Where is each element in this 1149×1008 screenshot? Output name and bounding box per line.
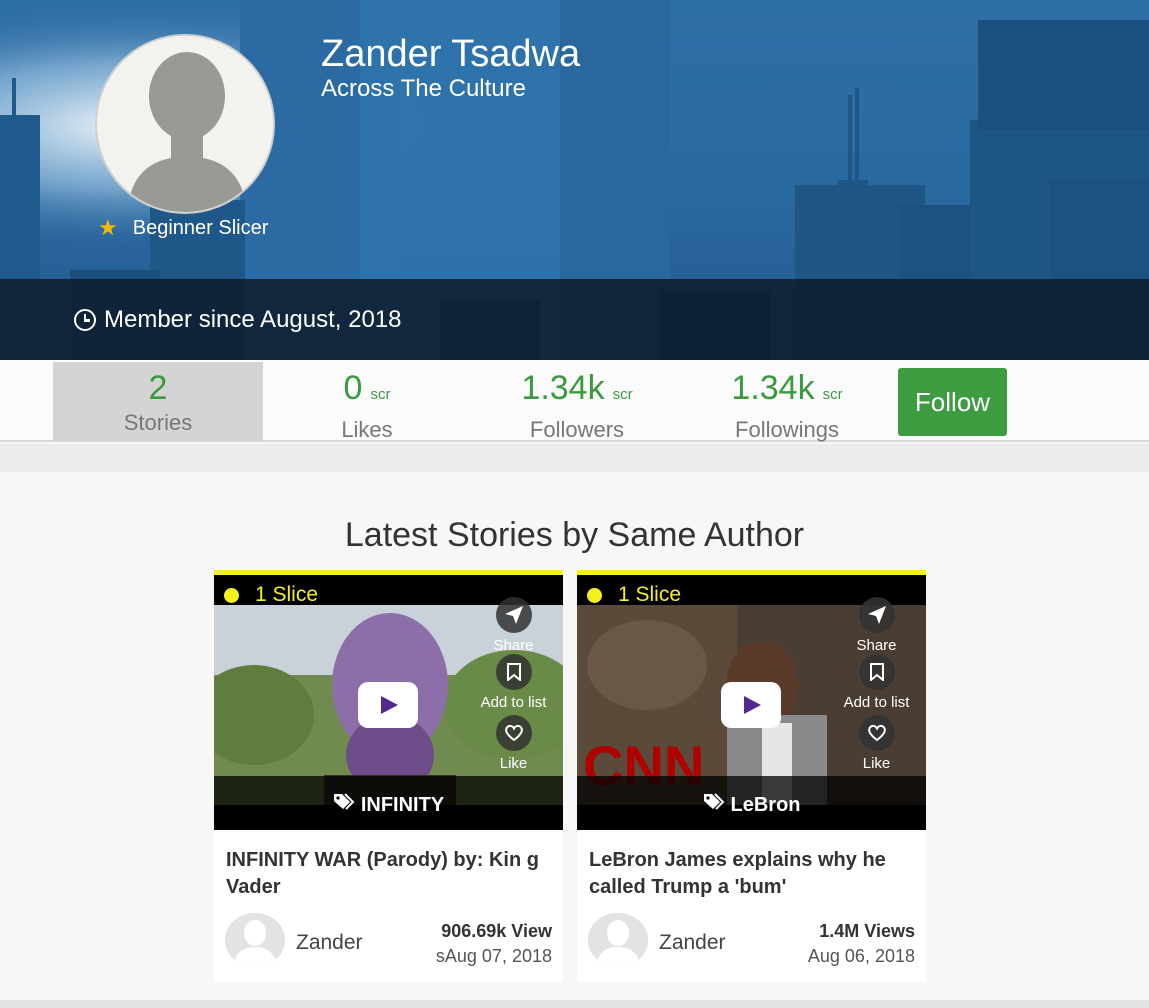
author-avatar[interactable] [588, 913, 648, 967]
stat-followings[interactable]: 1.34k scr Followings [682, 362, 892, 442]
stat-unit: scr [612, 386, 633, 403]
story-tag[interactable]: LeBron [577, 776, 926, 830]
member-since-bar: Member since August, 2018 [0, 279, 1149, 360]
paper-plane-icon [495, 597, 532, 633]
clock-icon [74, 308, 96, 331]
slice-count: 1 Slice [587, 583, 681, 607]
footer-divider [0, 1000, 1149, 1008]
star-icon: ★ [98, 215, 118, 240]
story-media[interactable]: 1 Slice Share Add to list Like INFINITY [214, 570, 563, 830]
story-title[interactable]: LeBron James explains why he called Trum… [589, 847, 909, 901]
story-card[interactable]: 1 Slice Share Add to list Like INFINITY [214, 570, 563, 982]
bookmark-icon [495, 654, 532, 690]
author-name[interactable]: Zander [659, 931, 726, 955]
story-tag[interactable]: INFINITY [214, 776, 563, 830]
publish-date: Aug 06, 2018 [807, 946, 915, 966]
share-action[interactable]: Share [839, 597, 914, 654]
stat-label: Stories [123, 410, 193, 435]
share-action[interactable]: Share [476, 597, 551, 654]
bookmark-icon [858, 654, 895, 690]
like-action[interactable]: Like [839, 715, 914, 772]
profile-avatar [95, 34, 275, 214]
heart-icon [858, 715, 895, 751]
rank-label: Beginner Slicer [132, 216, 269, 239]
rank-badge: ★ Beginner Slicer [98, 214, 268, 242]
stat-unit: scr [370, 386, 391, 403]
stat-followers[interactable]: 1.34k scr Followers [472, 362, 682, 442]
stat-label: Followings [735, 417, 839, 442]
divider-band [0, 444, 1149, 472]
member-since-text: Member since August, 2018 [104, 305, 402, 333]
play-button[interactable] [358, 682, 418, 728]
author-avatar[interactable] [225, 913, 285, 967]
stat-value: 1.34k [731, 369, 815, 407]
section-title: Latest Stories by Same Author [344, 516, 805, 554]
dot-icon [587, 587, 602, 603]
profile-header: ★ Beginner Slicer Zander Tsadwa Across T… [0, 0, 1149, 360]
stat-label: Likes [341, 417, 393, 442]
add-to-list-action[interactable]: Add to list [839, 654, 914, 711]
story-title[interactable]: INFINITY WAR (Parody) by: Kin g Vader [226, 847, 546, 901]
paper-plane-icon [858, 597, 895, 633]
author-name[interactable]: Zander [296, 931, 363, 955]
heart-icon [495, 715, 532, 751]
stat-unit: scr [822, 386, 843, 403]
stat-value: 1.34k [521, 369, 605, 407]
profile-tagline: Across The Culture [321, 75, 526, 102]
like-action[interactable]: Like [476, 715, 551, 772]
add-to-list-action[interactable]: Add to list [476, 654, 551, 711]
stat-label: Followers [529, 417, 625, 442]
follow-button[interactable]: Follow [898, 368, 1007, 436]
profile-stats-bar: 2 Stories 0 scr Likes 1.34k scr Followers … [0, 360, 1149, 442]
view-count: 1.4M Views [819, 921, 915, 941]
dot-icon [224, 587, 239, 603]
stat-value: 0 [343, 369, 363, 407]
view-count: 906.69k View [441, 921, 552, 941]
tags-icon [703, 793, 725, 817]
stat-likes[interactable]: 0 scr Likes [262, 362, 472, 442]
story-card[interactable]: CNN 1 Slice Share Add to list Like LeBro… [577, 570, 926, 982]
profile-name: Zander Tsadwa [321, 33, 581, 75]
tags-icon [333, 793, 355, 817]
slice-count: 1 Slice [224, 583, 318, 607]
stat-stories[interactable]: 2 Stories [53, 362, 263, 442]
play-button[interactable] [721, 682, 781, 728]
default-user-icon [97, 36, 273, 212]
stat-value: 2 [148, 369, 168, 407]
story-media[interactable]: CNN 1 Slice Share Add to list Like LeBro… [577, 570, 926, 830]
publish-date: sAug 07, 2018 [435, 946, 552, 966]
